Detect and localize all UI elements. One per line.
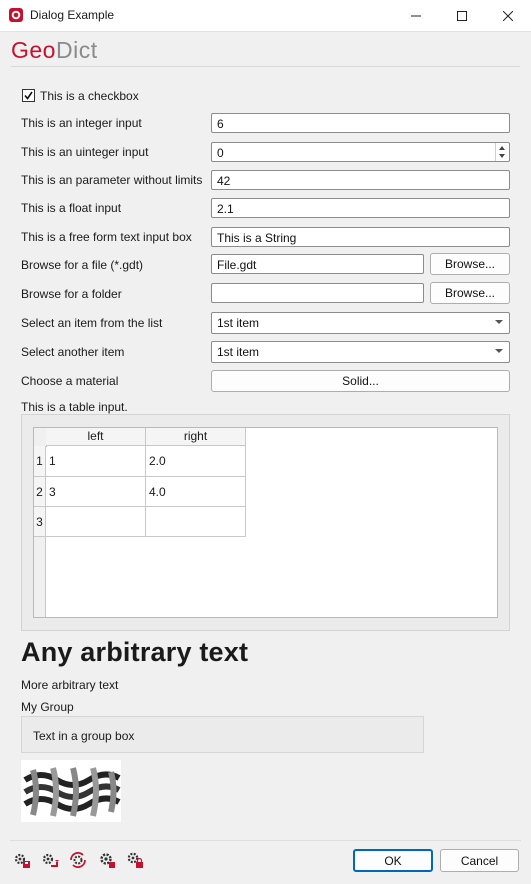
- list1-label: Select an item from the list: [21, 316, 163, 330]
- table-cell[interactable]: 2.0: [146, 446, 246, 477]
- app-icon: [9, 8, 23, 22]
- spin-buttons[interactable]: [495, 143, 509, 161]
- window-title: Dialog Example: [30, 8, 115, 22]
- folder-label: Browse for a folder: [21, 287, 122, 301]
- text-label: This is a free form text input box: [21, 230, 192, 244]
- minimize-icon: [411, 15, 421, 16]
- woven-structure-image: [21, 760, 121, 822]
- list2-combobox[interactable]: 1st item: [211, 341, 510, 363]
- float-label: This is a float input: [21, 201, 122, 215]
- row-header-3[interactable]: 3: [34, 507, 46, 537]
- close-icon: [503, 10, 513, 21]
- folder-input[interactable]: [211, 283, 424, 303]
- maximize-icon: [457, 10, 467, 21]
- list2-label: Select another item: [21, 345, 125, 359]
- cancel-button[interactable]: Cancel: [440, 849, 519, 872]
- row-header-1[interactable]: 1: [34, 446, 46, 477]
- save-settings-icon[interactable]: [41, 851, 59, 869]
- table-cell[interactable]: 1: [46, 446, 146, 477]
- settings-macro-icon[interactable]: [98, 851, 116, 869]
- integer-label: This is an integer input: [21, 116, 142, 130]
- list2-value: 1st item: [217, 345, 260, 359]
- example-checkbox[interactable]: [22, 89, 35, 102]
- list1-value: 1st item: [217, 316, 260, 330]
- title-bar: Dialog Example: [0, 0, 531, 32]
- uinteger-label: This is an uinteger input: [21, 145, 149, 159]
- logo-divider: [11, 66, 520, 67]
- table-cell[interactable]: 3: [46, 477, 146, 507]
- param-input[interactable]: 42: [211, 170, 510, 190]
- geodict-logo: GeoDict: [11, 37, 98, 67]
- list1-combobox[interactable]: 1st item: [211, 312, 510, 334]
- column-header-left[interactable]: left: [46, 428, 146, 446]
- browse-folder-button[interactable]: Browse...: [430, 282, 510, 304]
- float-value: 2.1: [217, 202, 234, 216]
- uinteger-value: 0: [217, 146, 224, 160]
- table-cell[interactable]: [146, 507, 246, 537]
- integer-value: 6: [217, 117, 224, 131]
- group-box: Text in a group box: [21, 716, 424, 753]
- table-label: This is a table input.: [21, 400, 128, 414]
- column-header-right[interactable]: right: [146, 428, 246, 446]
- float-input[interactable]: 2.1: [211, 198, 510, 218]
- file-input[interactable]: File.gdt: [211, 254, 424, 274]
- text-value: This is a String: [217, 231, 297, 245]
- row-header-2[interactable]: 2: [34, 477, 46, 507]
- maximize-button[interactable]: [439, 0, 485, 31]
- group-title: My Group: [21, 700, 74, 714]
- file-value: File.gdt: [217, 258, 257, 272]
- checkbox-label: This is a checkbox: [40, 89, 139, 103]
- chevron-down-icon: [495, 349, 503, 353]
- footer-divider: [10, 840, 521, 841]
- logo-part-geo: Geo: [11, 37, 56, 63]
- table-cell[interactable]: [46, 507, 146, 537]
- reset-settings-icon[interactable]: [69, 851, 87, 869]
- data-table[interactable]: left right 1 1 2.0 2 3 4.0 3: [33, 427, 498, 618]
- close-button[interactable]: [485, 0, 531, 31]
- arbitrary-heading: Any arbitrary text: [21, 637, 249, 667]
- settings-lock-icon[interactable]: [126, 851, 144, 869]
- file-label: Browse for a file (*.gdt): [21, 258, 144, 272]
- table-cell[interactable]: 4.0: [146, 477, 246, 507]
- minimize-button[interactable]: [393, 0, 439, 31]
- param-label: This is an parameter without limits: [21, 173, 203, 187]
- group-content: Text in a group box: [33, 729, 135, 743]
- spin-up-icon[interactable]: [499, 146, 505, 150]
- spin-down-icon[interactable]: [499, 154, 505, 158]
- browse-file-button[interactable]: Browse...: [430, 253, 510, 275]
- row-header-filler: [34, 537, 46, 617]
- ok-button[interactable]: OK: [353, 849, 433, 872]
- logo-part-dict: Dict: [55, 37, 98, 63]
- chevron-down-icon: [495, 320, 503, 324]
- integer-input[interactable]: 6: [211, 113, 510, 133]
- material-button[interactable]: Solid...: [211, 370, 510, 392]
- arbitrary-text: More arbitrary text: [21, 678, 119, 692]
- checkmark-icon: [24, 91, 33, 100]
- text-input[interactable]: This is a String: [211, 227, 510, 247]
- material-label: Choose a material: [21, 374, 119, 388]
- load-settings-icon[interactable]: [13, 851, 31, 869]
- uinteger-spinbox[interactable]: 0: [211, 142, 510, 162]
- param-value: 42: [217, 174, 231, 188]
